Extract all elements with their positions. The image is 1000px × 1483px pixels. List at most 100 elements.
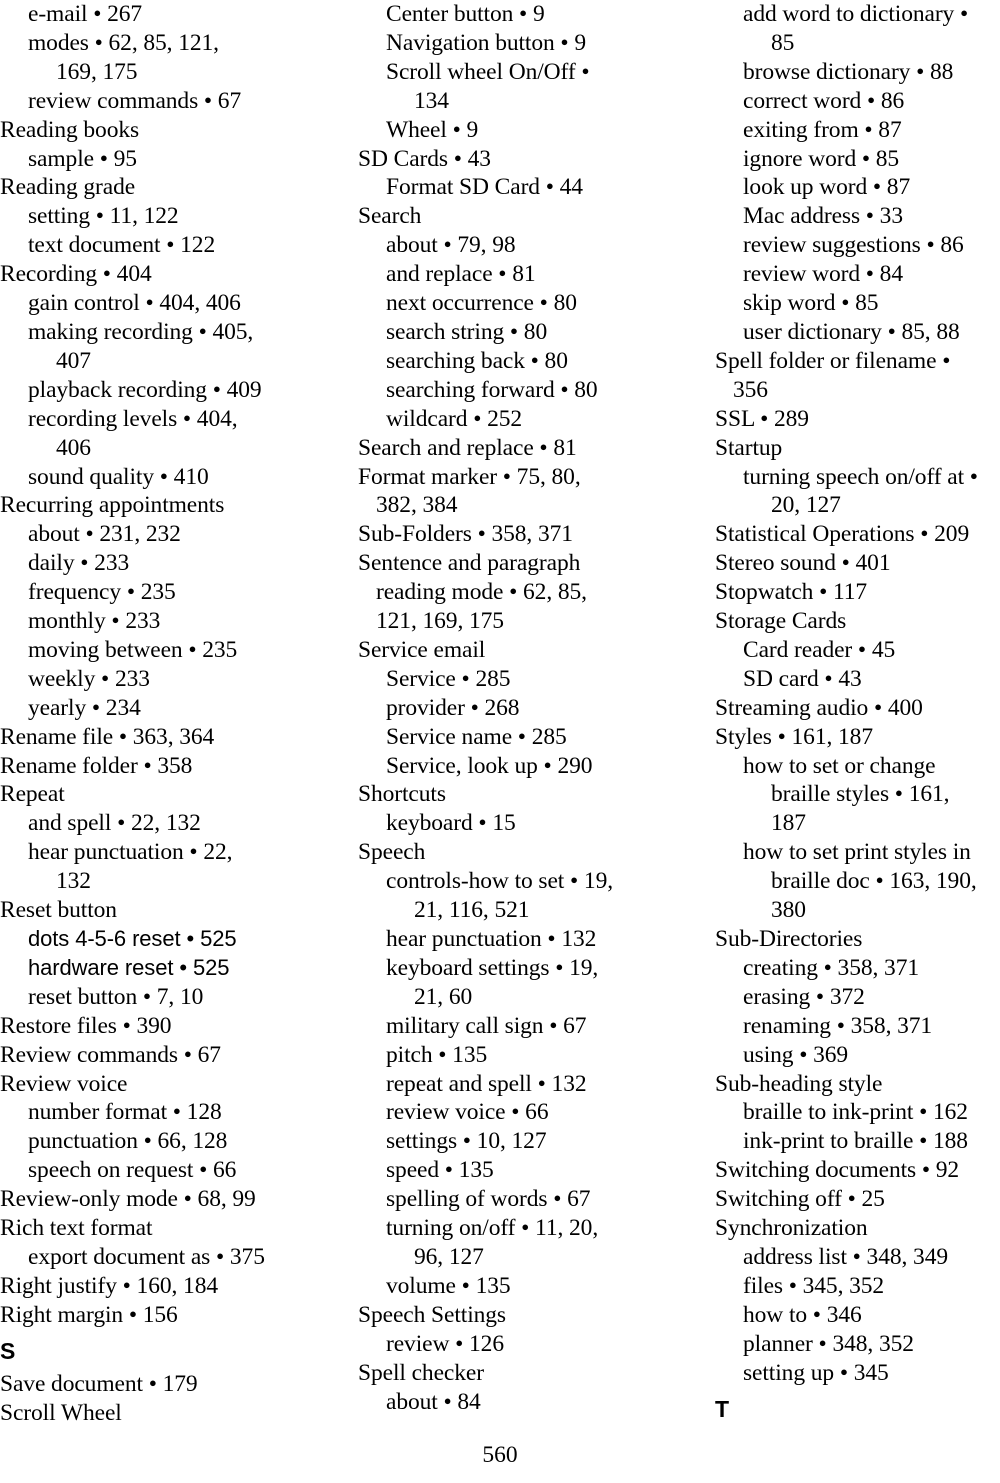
index-entry-line: modes • 62, 85, 121, xyxy=(28,29,219,56)
index-entry-line: punctuation • 66, 128 xyxy=(28,1128,228,1155)
index-entry-line: ink-print to braille • 188 xyxy=(743,1128,968,1155)
index-entry-line: review word • 84 xyxy=(743,261,903,288)
index-entry-line: dots 4-5-6 reset • 525 xyxy=(28,926,237,951)
index-entry-line: Rich text format xyxy=(0,1215,153,1242)
index-entry-line: Wheel • 9 xyxy=(386,116,479,143)
index-entry-line: number format • 128 xyxy=(28,1099,222,1126)
index-entry-line: Scroll wheel On/Off • xyxy=(386,58,590,85)
index-entry-line: hardware reset • 525 xyxy=(28,954,230,980)
index-entry-line: braille to ink-print • 162 xyxy=(743,1099,968,1126)
index-entry-line: gain control • 404, 406 xyxy=(28,290,241,317)
index-entry-line: Restore files • 390 xyxy=(0,1012,172,1039)
index-entry-line: Rename file • 363, 364 xyxy=(0,723,215,750)
index-entry-line: 406 xyxy=(56,434,91,461)
index-entry-line: 21, 116, 521 xyxy=(414,897,530,924)
index-entry-line: Statistical Operations • 209 xyxy=(715,521,970,548)
index-entry-line: turning on/off • 11, 20, xyxy=(386,1215,599,1242)
index-entry-line: volume • 135 xyxy=(386,1272,511,1299)
index-entry-line: Styles • 161, 187 xyxy=(715,723,873,750)
index-entry-line: next occurrence • 80 xyxy=(386,290,577,317)
index-entry-line: erasing • 372 xyxy=(743,983,865,1010)
index-entry-line: Storage Cards xyxy=(715,608,847,635)
index-columns: e-mail • 267 modes • 62, 85, 121, 169, 175… xyxy=(0,0,1000,1426)
index-entry-line: planner • 348, 352 xyxy=(743,1330,914,1357)
index-entry-line: Review-only mode • 68, 99 xyxy=(0,1186,256,1213)
index-entry-line: Synchronization xyxy=(715,1215,868,1242)
index-entry-line: monthly • 233 xyxy=(28,608,161,635)
index-entry-line: Shortcuts xyxy=(358,781,446,808)
index-entry-line: Streaming audio • 400 xyxy=(715,694,923,721)
index-entry-line: Sub-heading style xyxy=(715,1070,883,1097)
index-entry-line: review commands • 67 xyxy=(28,87,242,114)
index-entry-line: Switching documents • 92 xyxy=(715,1157,960,1184)
index-entry-line: user dictionary • 85, 88 xyxy=(743,318,960,345)
index-entry-line: Service • 285 xyxy=(386,665,511,692)
index-entry-line: Speech Settings xyxy=(358,1301,506,1328)
index-entry-line: reset button • 7, 10 xyxy=(28,983,204,1010)
index-entry-line: speed • 135 xyxy=(386,1157,494,1184)
index-entry-line: Stopwatch • 117 xyxy=(715,579,868,606)
index-entry-line: Recording • 404 xyxy=(0,261,152,288)
index-entry-line: Mac address • 33 xyxy=(743,203,903,230)
index-entry-line: Right justify • 160, 184 xyxy=(0,1272,218,1299)
index-page: e-mail • 267 modes • 62, 85, 121, 169, 175… xyxy=(0,0,1000,1483)
index-entry-line: Card reader • 45 xyxy=(743,636,896,663)
index-column-2: Center button • 9 Navigation button • 9 Sc… xyxy=(358,0,658,1416)
index-entry-line: 169, 175 xyxy=(56,58,138,85)
index-entry-line: 121, 169, 175 xyxy=(376,608,504,635)
index-entry-line: Switching off • 25 xyxy=(715,1186,885,1213)
index-entry-line: browse dictionary • 88 xyxy=(743,58,954,85)
index-entry-line: searching forward • 80 xyxy=(386,376,598,403)
index-entry-line: renaming • 358, 371 xyxy=(743,1012,933,1039)
index-entry-line: keyboard settings • 19, xyxy=(386,954,599,981)
index-entry-line: braille styles • 161, xyxy=(771,781,950,808)
index-entry-line: add word to dictionary • xyxy=(743,1,969,27)
index-entry-line: military call sign • 67 xyxy=(386,1012,587,1039)
index-entry-line: Format SD Card • 44 xyxy=(386,174,583,201)
index-entry-line: 134 xyxy=(414,87,449,114)
index-entry-line: 20, 127 xyxy=(771,492,841,519)
index-entry-line: Search xyxy=(358,203,422,230)
index-column-3: add word to dictionary • 85 browse diction… xyxy=(715,0,1000,1427)
index-entry-line: wildcard • 252 xyxy=(386,405,523,432)
index-entry-line: SSL • 289 xyxy=(715,405,809,432)
index-entry-line: Reset button xyxy=(0,897,117,924)
index-entry-line: and replace • 81 xyxy=(386,261,536,288)
index-entry-line: pitch • 135 xyxy=(386,1041,488,1068)
index-entry-line: 356 xyxy=(733,376,768,403)
index-letter-heading: S xyxy=(0,1337,16,1364)
index-entry-line: Scroll Wheel xyxy=(0,1399,122,1426)
index-entry-line: review suggestions • 86 xyxy=(743,232,964,259)
index-entry-line: export document as • 375 xyxy=(28,1243,265,1270)
index-entry-line: Stereo sound • 401 xyxy=(715,550,891,577)
index-entry-line: reading mode • 62, 85, xyxy=(376,579,587,606)
index-entry-line: sample • 95 xyxy=(28,145,137,172)
index-entry-line: repeat and spell • 132 xyxy=(386,1070,587,1097)
index-entry-line: exiting from • 87 xyxy=(743,116,902,143)
index-entry-line: Speech xyxy=(358,839,426,866)
index-letter-heading: T xyxy=(715,1395,730,1422)
index-entry-line: settings • 10, 127 xyxy=(386,1128,547,1155)
index-entry-line: 132 xyxy=(56,868,91,895)
index-entry-line: making recording • 405, xyxy=(28,318,254,345)
index-entry-line: about • 84 xyxy=(386,1388,481,1415)
index-entry-line: keyboard • 15 xyxy=(386,810,516,837)
index-entry-line: e-mail • 267 xyxy=(28,1,143,27)
index-entry-line: 187 xyxy=(771,810,806,837)
index-entry-line: SD Cards • 43 xyxy=(358,145,491,172)
index-entry-line: frequency • 235 xyxy=(28,579,176,606)
index-entry-line: creating • 358, 371 xyxy=(743,954,920,981)
index-entry-line: 407 xyxy=(56,347,91,374)
index-entry-line: Spell checker xyxy=(358,1359,484,1386)
index-entry-line: how to set print styles in xyxy=(743,839,971,866)
index-entry-line: correct word • 86 xyxy=(743,87,905,114)
index-entry-line: search string • 80 xyxy=(386,318,548,345)
index-entry-line: how to • 346 xyxy=(743,1301,862,1328)
index-entry-line: hear punctuation • 132 xyxy=(386,926,597,952)
index-entry-line: review • 126 xyxy=(386,1330,504,1357)
index-entry-line: daily • 233 xyxy=(28,550,130,577)
index-entry-line: skip word • 85 xyxy=(743,290,879,317)
index-entry-line: SD card • 43 xyxy=(743,665,862,692)
index-entry-line: 85 xyxy=(771,29,795,56)
index-entry-line: setting up • 345 xyxy=(743,1359,889,1386)
